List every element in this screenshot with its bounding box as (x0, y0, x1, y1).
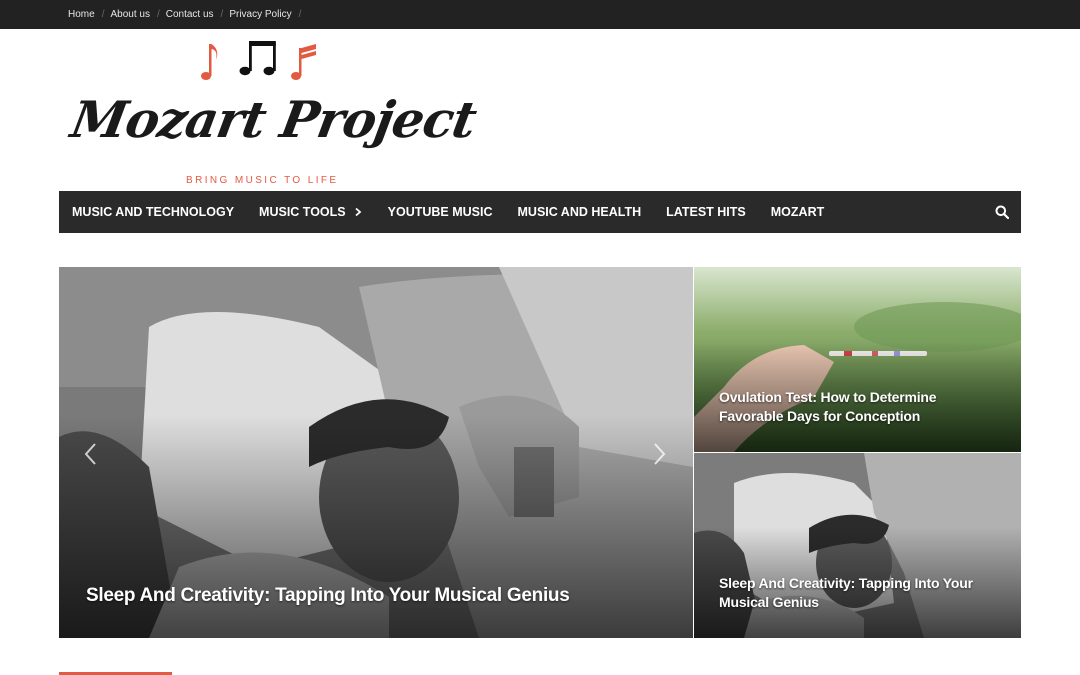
nav-item-latest-hits[interactable]: LATEST HITS (666, 205, 746, 219)
top-nav: Home / About us / Contact us / Privacy P… (68, 0, 307, 29)
music-notes-icon (201, 41, 316, 80)
main-menu: MUSIC AND TECHNOLOGY MUSIC TOOLS YOUTUBE… (72, 191, 849, 233)
top-nav-separator: / (298, 9, 302, 20)
nav-item-label: LATEST HITS (666, 205, 746, 219)
nav-item-label: MOZART (770, 205, 825, 219)
side-post-title[interactable]: Ovulation Test: How to Determine Favorab… (719, 388, 1004, 426)
nav-item-music-tools[interactable]: MUSIC TOOLS (259, 205, 363, 219)
nav-item-label: YOUTUBE MUSIC (387, 205, 493, 219)
search-icon[interactable] (995, 205, 1009, 219)
nav-item-youtube-music[interactable]: YOUTUBE MUSIC (388, 205, 493, 219)
top-nav-about-link[interactable]: About us (110, 9, 149, 20)
main-nav: MUSIC AND TECHNOLOGY MUSIC TOOLS YOUTUBE… (59, 191, 1021, 233)
nav-item-mozart[interactable]: MOZART (771, 205, 824, 219)
side-post-card[interactable]: Sleep And Creativity: Tapping Into Your … (694, 453, 1021, 638)
top-nav-privacy-link[interactable]: Privacy Policy (229, 9, 291, 20)
featured-slider[interactable]: Sleep And Creativity: Tapping Into Your … (59, 267, 693, 638)
nav-item-music-and-health[interactable]: MUSIC AND HEALTH (518, 205, 642, 219)
chevron-right-icon (355, 207, 362, 217)
nav-item-label: MUSIC AND HEALTH (517, 205, 642, 219)
top-nav-home-link[interactable]: Home (68, 9, 95, 20)
side-post-card[interactable]: Ovulation Test: How to Determine Favorab… (694, 267, 1021, 452)
nav-item-label: MUSIC TOOLS (259, 205, 346, 219)
nav-item-label: MUSIC AND TECHNOLOGY (72, 205, 235, 219)
top-nav-separator: / (156, 9, 160, 20)
slider-next-arrow-icon[interactable] (651, 442, 667, 466)
side-post-title[interactable]: Sleep And Creativity: Tapping Into Your … (719, 574, 1004, 612)
site-logo-title: Mozart Project (66, 90, 481, 149)
nav-item-music-and-technology[interactable]: MUSIC AND TECHNOLOGY (72, 205, 234, 219)
top-nav-contact-link[interactable]: Contact us (166, 9, 214, 20)
top-bar: Home / About us / Contact us / Privacy P… (0, 0, 1080, 29)
top-nav-separator: / (101, 9, 105, 20)
slider-prev-arrow-icon[interactable] (83, 442, 99, 466)
top-nav-separator: / (220, 9, 224, 20)
site-tagline: BRING MUSIC TO LIFE (186, 175, 339, 186)
site-logo[interactable]: Mozart Project BRING MUSIC TO LIFE (67, 38, 480, 188)
featured-post-title[interactable]: Sleep And Creativity: Tapping Into Your … (86, 585, 666, 607)
